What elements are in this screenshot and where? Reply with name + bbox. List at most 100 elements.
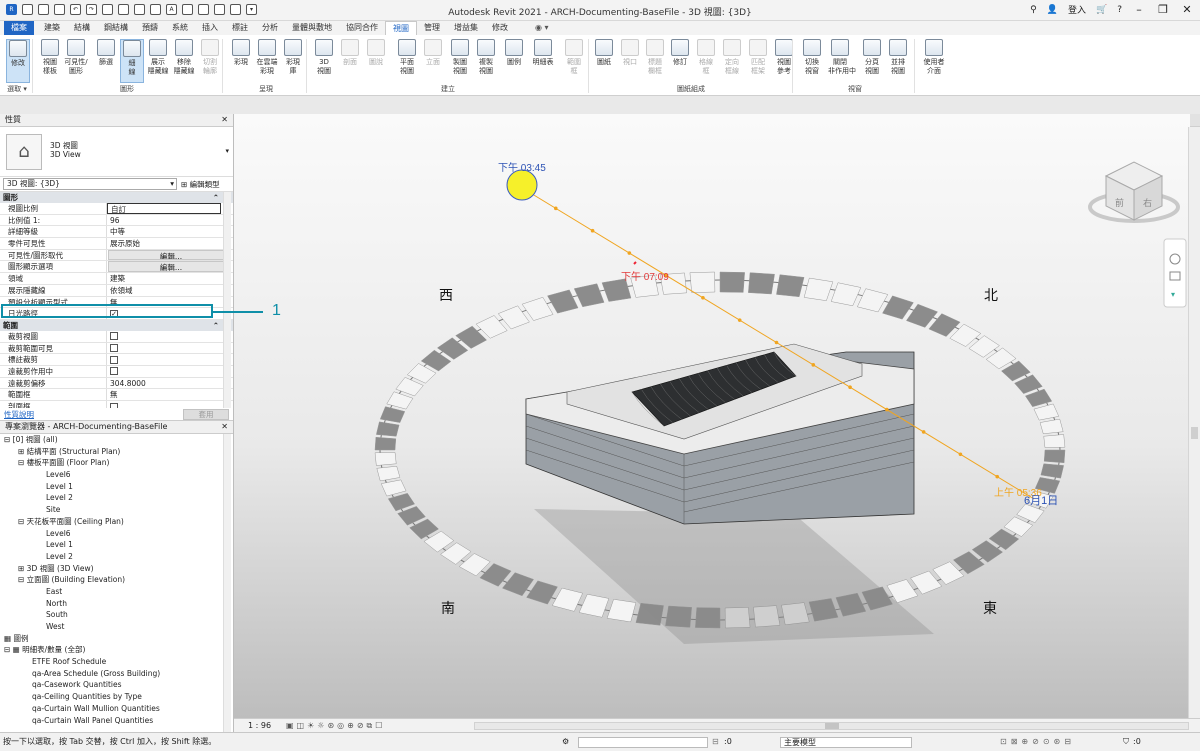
ribbon-button-20[interactable]: 範圍 框 <box>562 39 586 83</box>
ribbon-button-6[interactable]: 移除 隱藏線 <box>172 39 196 83</box>
ribbon-button-19[interactable]: 明細表 <box>531 39 555 83</box>
browser-item[interactable]: Level 1 <box>4 481 233 493</box>
tab-10[interactable]: 協同合作 <box>339 21 385 35</box>
ribbon-button-31[interactable]: 分頁 視圖 <box>860 39 884 83</box>
ribbon-button-23[interactable]: 標題 欄框 <box>643 39 667 83</box>
browser-item[interactable]: Level 2 <box>4 551 233 563</box>
ribbon-button-25[interactable]: 格線 框 <box>694 39 718 83</box>
browser-item[interactable]: ⊟ ▦ 明細表/數量 (全部) <box>4 644 233 656</box>
tab-4[interactable]: 預鑄 <box>135 21 165 35</box>
help-icon[interactable]: ? <box>1117 5 1122 15</box>
unchecked-icon[interactable] <box>110 344 118 353</box>
property-value[interactable]: 96 <box>107 215 233 226</box>
browser-item[interactable]: North <box>4 598 233 610</box>
ribbon-button-0[interactable]: 修改 <box>6 39 30 83</box>
browser-item[interactable]: qa-Casework Quantities <box>4 679 233 691</box>
browser-item[interactable]: South <box>4 609 233 621</box>
property-checkbox[interactable] <box>107 401 233 408</box>
ribbon-button-26[interactable]: 定向 框線 <box>720 39 744 83</box>
properties-scrollbar[interactable] <box>223 192 231 408</box>
ribbon-button-11[interactable]: 3D 視圖 <box>312 39 336 83</box>
ribbon-button-30[interactable]: 關閉 非作用中 <box>828 39 856 83</box>
browser-item[interactable]: West <box>4 621 233 633</box>
tab-13[interactable]: 增益集 <box>447 21 485 35</box>
tab-8[interactable]: 分析 <box>255 21 285 35</box>
navigation-bar[interactable]: ▾ <box>1163 238 1187 308</box>
thin-lines-icon[interactable] <box>214 4 225 15</box>
workset-dropdown[interactable] <box>578 737 708 748</box>
browser-item[interactable]: ETFE Roof Schedule <box>4 656 233 668</box>
vertical-scrollbar[interactable] <box>1188 127 1200 718</box>
viewcube-front-label[interactable]: 前 <box>1115 197 1124 209</box>
ribbon-button-4[interactable]: 細 線 <box>120 39 144 83</box>
type-dropdown-icon[interactable]: ▾ <box>225 147 229 155</box>
minimize-button[interactable]: – <box>1132 3 1146 16</box>
sync-icon[interactable] <box>54 4 65 15</box>
tab-11[interactable]: 視圖 <box>385 21 417 35</box>
property-row[interactable]: 遠裁剪作用中 <box>0 365 233 378</box>
ribbon-button-24[interactable]: 修訂 <box>668 39 692 83</box>
unchecked-icon[interactable] <box>110 367 118 376</box>
browser-item[interactable]: ⊟ 樓板平面圖 (Floor Plan) <box>4 457 233 469</box>
ribbon-button-21[interactable]: 圖紙 <box>592 39 616 83</box>
scroll-thumb[interactable] <box>825 723 839 729</box>
view-scale[interactable]: 1 : 96 <box>248 719 271 732</box>
text-icon[interactable]: A <box>166 4 177 15</box>
sign-in-link[interactable]: 登入 <box>1068 3 1086 16</box>
ribbon-panel-title-4[interactable]: 圖紙組成 <box>590 84 792 95</box>
property-value[interactable]: 自訂 <box>107 203 221 214</box>
3d-view-icon[interactable] <box>182 4 193 15</box>
close-icon[interactable]: ✕ <box>221 114 228 126</box>
ribbon-button-13[interactable]: 圖說 <box>364 39 388 83</box>
browser-item[interactable]: ⊟ 立面圖 (Building Elevation) <box>4 574 233 586</box>
ribbon-button-22[interactable]: 視口 <box>618 39 642 83</box>
browser-item[interactable]: qa-Ceiling Quantities by Type <box>4 691 233 703</box>
property-value[interactable]: 建築 <box>107 273 233 284</box>
browser-item[interactable]: East <box>4 586 233 598</box>
selection-filter-icons[interactable]: ⊡⊠⊕⊘⊙⊛⊟ <box>1000 733 1075 751</box>
browser-item[interactable]: qa-Curtain Wall Mullion Quantities <box>4 703 233 715</box>
tab-0[interactable]: 檔案 <box>4 21 34 35</box>
browser-item[interactable]: Level 2 <box>4 492 233 504</box>
tab-12[interactable]: 管理 <box>417 21 447 35</box>
group-graphics[interactable]: 圖形 ⌃ <box>0 192 233 203</box>
browser-item[interactable]: ⊞ 3D 視圖 (3D View) <box>4 563 233 575</box>
edit-button[interactable]: 編輯... <box>108 249 231 261</box>
properties-help-link[interactable]: 性質說明 <box>4 409 34 420</box>
property-row[interactable]: 可見性/圖形取代 編輯... <box>0 249 233 262</box>
browser-item[interactable]: Level6 <box>4 528 233 540</box>
tab-6[interactable]: 插入 <box>195 21 225 35</box>
maximize-button[interactable]: ❐ <box>1156 3 1170 16</box>
date-label[interactable]: 6月1日 <box>1024 495 1058 507</box>
tab-14[interactable]: 修改 <box>485 21 515 35</box>
measure-icon[interactable] <box>118 4 129 15</box>
ribbon-button-3[interactable]: 篩選 <box>94 39 118 83</box>
drawing-area-3d[interactable]: 下午 03:45 下午 07:09 上午 05:36 6月1日 西 北 南 東 … <box>234 114 1190 718</box>
property-row[interactable]: 比例值 1: 96 <box>0 214 233 227</box>
ribbon-button-14[interactable]: 平面 視圖 <box>395 39 419 83</box>
property-row[interactable]: 詳細等級 中等 <box>0 226 233 239</box>
property-row[interactable]: 裁剪視圖 <box>0 330 233 343</box>
ribbon-button-1[interactable]: 視圖 樣板 <box>38 39 62 83</box>
editable-only-icon[interactable]: ⊟ <box>712 733 719 751</box>
property-row[interactable]: 圖形顯示選項 編輯... <box>0 261 233 274</box>
ribbon-panel-title-3[interactable]: 建立 <box>308 84 588 95</box>
property-row[interactable]: 遠裁剪偏移 304.8000 <box>0 377 233 390</box>
property-checkbox[interactable] <box>107 366 233 377</box>
unchecked-icon[interactable] <box>110 332 118 341</box>
undo-icon[interactable]: ↶ <box>70 4 81 15</box>
tab-9[interactable]: 量體與敷地 <box>285 21 339 35</box>
browser-item[interactable]: qa-Area Schedule (Gross Building) <box>4 668 233 680</box>
property-row[interactable]: 零件可見性 展示原始 <box>0 238 233 250</box>
ribbon-button-18[interactable]: 圖例 <box>502 39 526 83</box>
viewcube[interactable]: 前 右 <box>1088 161 1180 223</box>
browser-item[interactable]: ⊞ 結構平面 (Structural Plan) <box>4 446 233 458</box>
tag-icon[interactable] <box>150 4 161 15</box>
property-value[interactable]: 304.8000 <box>107 378 233 389</box>
browser-item[interactable]: Level 1 <box>4 539 233 551</box>
ribbon-panel-title-2[interactable]: 呈現 <box>226 84 306 95</box>
sun-icon[interactable] <box>506 169 538 201</box>
scroll-thumb[interactable] <box>1191 427 1198 439</box>
customize-qat-icon[interactable]: ▾ <box>246 4 257 15</box>
property-row[interactable]: 標註裁剪 <box>0 354 233 366</box>
